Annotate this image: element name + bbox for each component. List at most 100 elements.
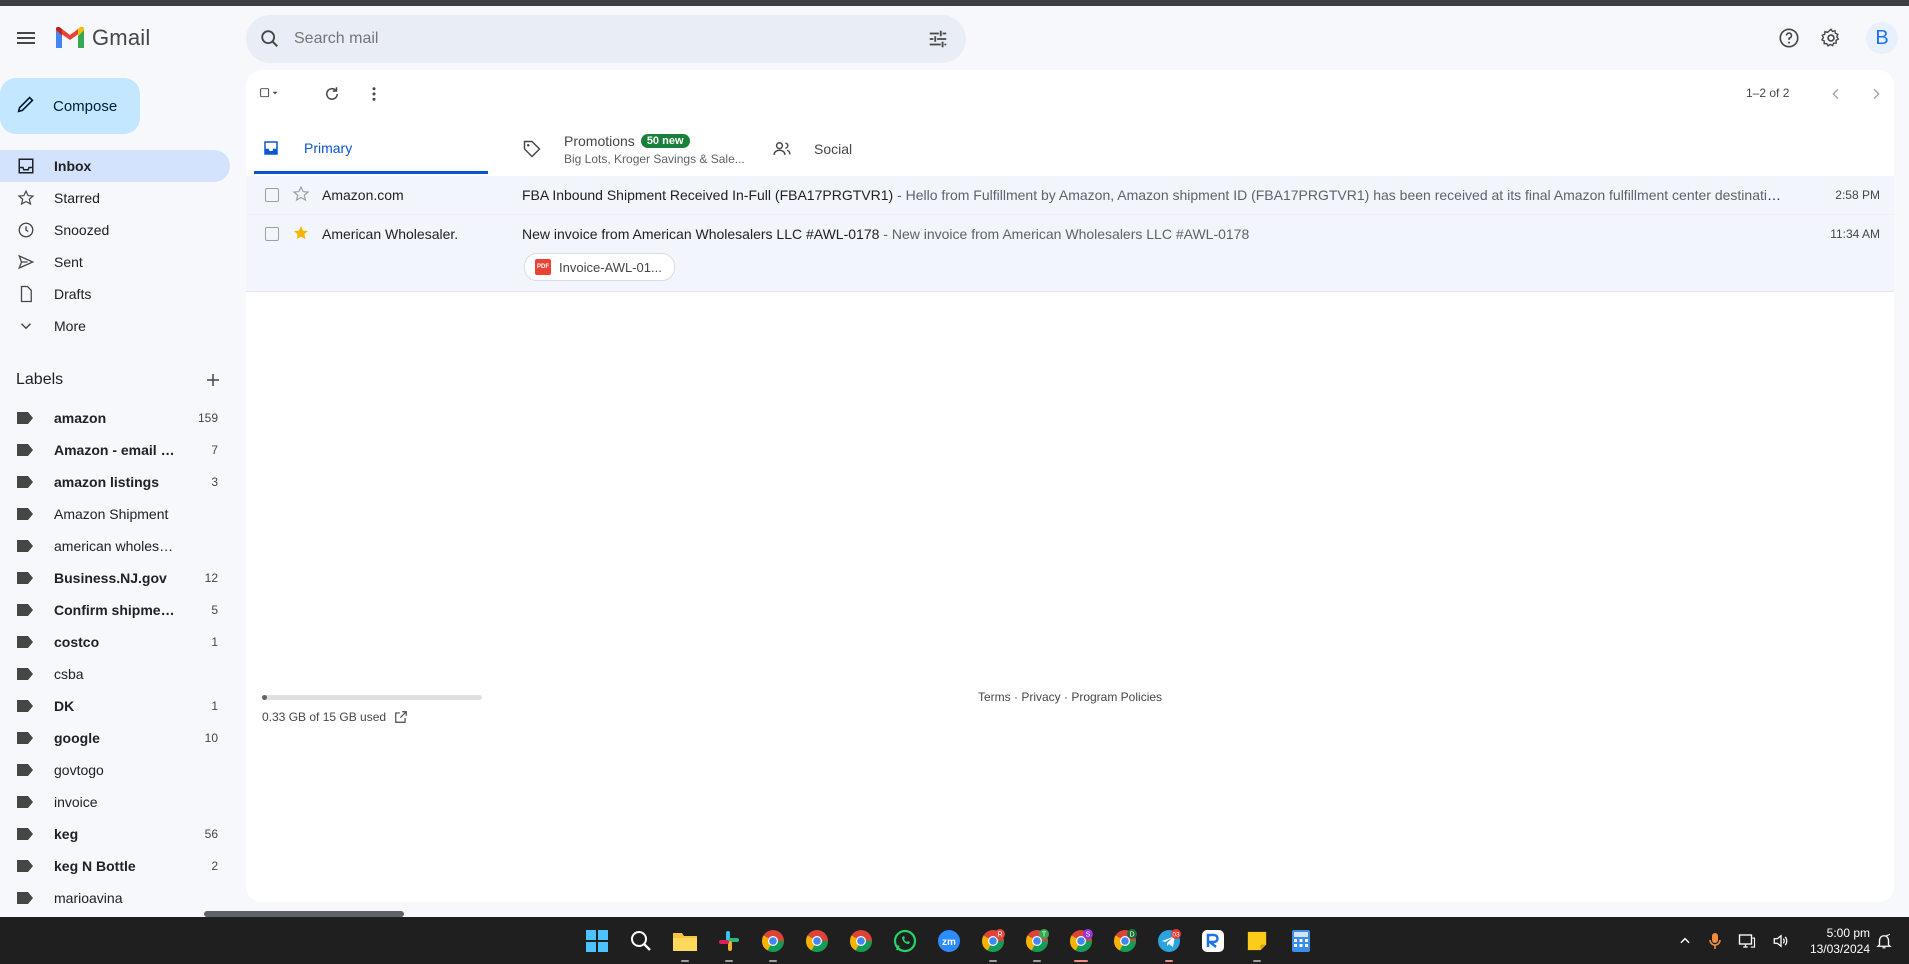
main-menu-button[interactable] [10,22,42,54]
more-actions-button[interactable] [360,80,388,108]
sidebar-label-item[interactable]: amazon 159 [0,402,230,434]
volume-button[interactable] [1772,932,1790,950]
row-checkbox[interactable] [265,227,279,241]
taskbar-zoom[interactable]: zm [932,924,966,958]
email-snippet: - New invoice from American Wholesalers … [879,226,1250,242]
microphone-indicator[interactable] [1708,932,1722,950]
compose-button[interactable]: Compose [0,78,140,134]
running-indicator [1165,959,1173,962]
app-name: Gmail [92,25,151,50]
sidebar-item-drafts[interactable]: Drafts [0,278,230,310]
star-toggle[interactable] [292,224,310,242]
star-outline-icon [292,185,310,202]
taskbar-chrome-profile-s[interactable]: S [1064,924,1098,962]
tab-social[interactable]: Social [764,124,998,174]
microphone-icon [1709,932,1721,949]
taskbar-sticky-notes[interactable] [1240,924,1274,962]
sidebar-item-snoozed[interactable]: Snoozed [0,214,230,246]
search-button[interactable] [246,15,294,63]
create-label-button[interactable] [204,371,222,389]
refresh-button[interactable] [318,80,346,108]
support-button[interactable] [1773,22,1805,54]
sidebar-item-label: Inbox [54,158,92,174]
label-unread-count: 1 [211,635,218,649]
select-all-checkbox[interactable] [260,84,278,102]
newer-button[interactable] [1822,80,1850,108]
taskbar-chrome-profile-1[interactable] [756,924,790,962]
attachment-chip[interactable]: PDF Invoice-AWL-01... [524,253,675,281]
sidebar-label-item[interactable]: marioavina [0,882,230,914]
label-name: Amazon - email to ... [54,442,178,458]
taskbar-chrome-profile-2[interactable] [800,924,834,958]
sidebar-item-inbox[interactable]: Inbox [0,150,230,182]
email-row[interactable]: Amazon.com FBA Inbound Shipment Received… [246,176,1894,215]
tray-overflow-button[interactable] [1678,934,1692,948]
new-count-badge: 50 new [640,133,690,148]
label-unread-count: 5 [211,603,218,617]
sidebar-label-item[interactable]: csba [0,658,230,690]
taskbar-telegram[interactable]: 03 [1152,924,1186,962]
email-subject: New invoice from American Wholesalers LL… [522,226,880,242]
sidebar-item-starred[interactable]: Starred [0,182,230,214]
footer-links[interactable]: Terms · Privacy · Program Policies [978,690,1162,704]
speaker-icon [1773,933,1788,948]
taskbar-clock[interactable]: 5:00 pm 13/03/2024 [1800,925,1870,957]
sidebar-label-item[interactable]: google 10 [0,722,230,754]
caret-down-icon[interactable] [272,88,278,98]
settings-button[interactable] [1815,22,1847,54]
sidebar-item-label: Sent [54,254,83,270]
sidebar-item-more[interactable]: More [0,310,230,342]
inbox-tab-icon [262,139,284,157]
label-unread-count: 12 [204,571,218,585]
taskbar-whatsapp[interactable] [888,924,922,958]
account-avatar[interactable]: B [1866,22,1898,54]
label-name: google [54,730,100,746]
sidebar-label-item[interactable]: keg 56 [0,818,230,850]
taskbar-chrome-profile-t[interactable]: T [1020,924,1054,962]
taskbar-calculator[interactable] [1284,924,1318,958]
notification-center-button[interactable] [1875,932,1893,955]
row-checkbox[interactable] [265,188,279,202]
profile-badge: S [1086,931,1091,938]
gmail-logo[interactable]: Gmail [54,22,150,54]
sidebar-label-item[interactable]: Amazon - email to ... 7 [0,434,230,466]
people-icon [772,139,794,159]
taskbar-chrome-profile-d[interactable]: D [1108,924,1142,958]
manage-storage-link[interactable] [394,710,408,724]
hamburger-icon [17,32,35,44]
start-button[interactable] [580,924,614,958]
network-button[interactable] [1738,932,1756,950]
sidebar-label-item[interactable]: keg N Bottle 2 [0,850,230,882]
taskbar-slack[interactable] [712,924,746,962]
search-options-button[interactable] [914,15,962,63]
tab-primary[interactable]: Primary [254,124,488,174]
sidebar-label-item[interactable]: costco 1 [0,626,230,658]
sidebar-label-item[interactable]: amazon listings 3 [0,466,230,498]
tag-icon [522,139,544,159]
label-tag-icon [16,699,38,713]
taskbar-app-r[interactable] [1196,924,1230,958]
sidebar-label-item[interactable]: DK 1 [0,690,230,722]
search-input[interactable] [294,19,914,59]
email-row[interactable]: American Wholesaler. New invoice from Am… [246,215,1894,292]
sidebar-item-sent[interactable]: Sent [0,246,230,278]
sidebar-label-item[interactable]: invoice [0,786,230,818]
taskbar-chrome-profile-3[interactable] [844,924,878,958]
chrome-icon: D [1114,928,1137,952]
tab-promotions[interactable]: Promotions 50 new Big Lots, Kroger Savin… [514,124,748,174]
sidebar-label-item[interactable]: Amazon Shipment [0,498,230,530]
sidebar-label-item[interactable]: Confirm shipment ... 5 [0,594,230,626]
sidebar-label-item[interactable]: Business.NJ.gov 12 [0,562,230,594]
email-subject: FBA Inbound Shipment Received In-Full (F… [522,187,894,203]
email-sender: Amazon.com [322,187,404,203]
older-button[interactable] [1862,80,1890,108]
sidebar-label-item[interactable]: american wholesaler [0,530,230,562]
taskbar-file-explorer[interactable] [668,924,702,962]
taskbar-search[interactable] [624,924,658,958]
label-unread-count: 2 [211,859,218,873]
taskbar-chrome-profile-r[interactable]: R [976,924,1010,962]
sidebar-label-item[interactable]: govtogo [0,754,230,786]
star-toggle[interactable] [292,185,310,203]
search-bar[interactable] [246,15,966,63]
label-name: keg [54,826,79,842]
